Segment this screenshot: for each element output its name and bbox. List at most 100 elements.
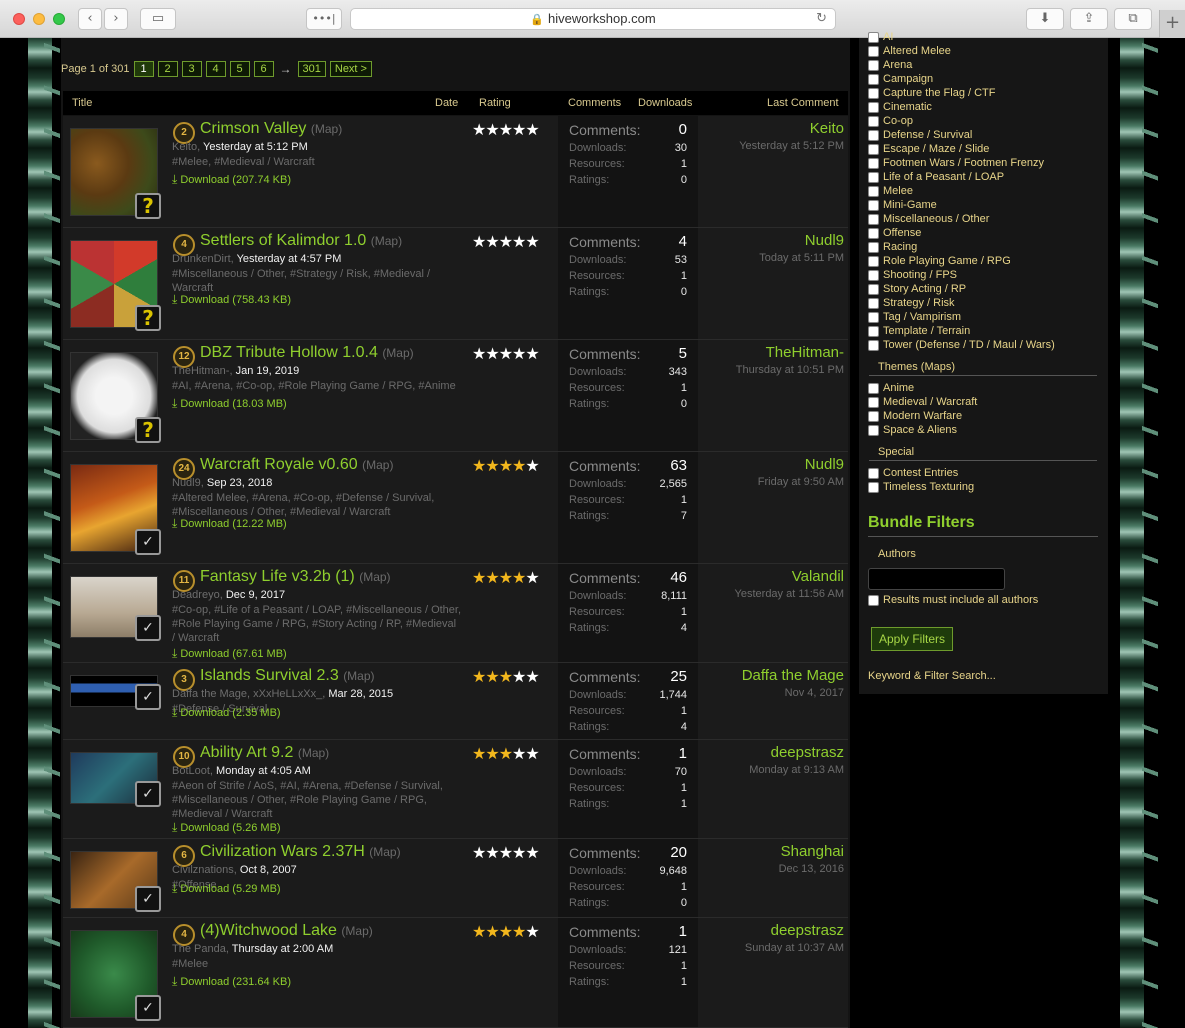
download-label[interactable]: Download (758.43 KB)	[180, 294, 291, 306]
apply-filters-button[interactable]: Apply Filters	[871, 627, 953, 651]
page-4-button[interactable]: 4	[205, 61, 226, 77]
checkbox-box[interactable]	[868, 283, 879, 295]
genre-filter-checkbox[interactable]: Life of a Peasant / LOAP	[868, 170, 1004, 184]
download-label[interactable]: Download (5.26 MB)	[180, 822, 280, 834]
zoom-window-button[interactable]	[53, 13, 65, 25]
genre-filter-checkbox[interactable]: Footmen Wars / Footmen Frenzy	[868, 156, 1044, 170]
download-link[interactable]: ⤓ Download (5.26 MB)	[172, 820, 281, 835]
genre-filter-checkbox[interactable]: Melee	[868, 184, 913, 198]
genre-filter-checkbox[interactable]: Strategy / Risk	[868, 296, 955, 310]
genre-filter-checkbox[interactable]: Altered Melee	[868, 44, 951, 58]
download-link[interactable]: ⤓ Download (758.43 KB)	[172, 292, 291, 307]
resource-tags[interactable]: #Melee, #Medieval / Warcraft	[172, 155, 462, 169]
resource-title-text[interactable]: Warcraft Royale v0.60	[200, 456, 358, 473]
last-comment-user[interactable]: Valandil	[792, 568, 844, 585]
download-link[interactable]: ⤓ Download (5.29 MB)	[172, 881, 281, 896]
download-label[interactable]: Download (231.64 KB)	[180, 976, 291, 988]
genre-filter-checkbox[interactable]: Racing	[868, 240, 917, 254]
checkbox-box[interactable]	[868, 31, 879, 43]
genre-filter-checkbox[interactable]: Campaign	[868, 72, 933, 86]
last-comment-user[interactable]: deepstrasz	[771, 744, 844, 761]
resource-title[interactable]: (4)Witchwood Lake (Map)	[200, 922, 373, 940]
share-button[interactable]: ⇪	[1070, 8, 1108, 30]
checkbox-box[interactable]	[868, 396, 879, 408]
download-label[interactable]: Download (207.74 KB)	[180, 174, 291, 186]
checkbox-box[interactable]	[868, 87, 879, 99]
minimize-window-button[interactable]	[33, 13, 45, 25]
genre-filter-checkbox[interactable]: Offense	[868, 226, 921, 240]
resource-tags[interactable]: #Co-op, #Life of a Peasant / LOAP, #Misc…	[172, 603, 462, 645]
download-link[interactable]: ⤓ Download (231.64 KB)	[172, 974, 291, 989]
resource-title-text[interactable]: Crimson Valley	[200, 120, 306, 137]
download-link[interactable]: ⤓ Download (2.35 MB)	[172, 705, 281, 720]
download-link[interactable]: ⤓ Download (18.03 MB)	[172, 396, 287, 411]
genre-filter-checkbox[interactable]: Shooting / FPS	[868, 268, 957, 282]
resource-title-text[interactable]: Settlers of Kalimdor 1.0	[200, 232, 366, 249]
checkbox-box[interactable]	[868, 255, 879, 267]
checkbox-box[interactable]	[868, 481, 879, 493]
extensions-button[interactable]: •••|	[306, 8, 342, 30]
resource-title-text[interactable]: Civilization Wars 2.37H	[200, 843, 365, 860]
theme-filter-checkbox[interactable]: Anime	[868, 381, 914, 395]
page-1-button[interactable]: 1	[133, 61, 154, 77]
genre-filter-checkbox[interactable]: Story Acting / RP	[868, 282, 966, 296]
resource-title[interactable]: Crimson Valley (Map)	[200, 120, 342, 138]
header-date[interactable]: Date	[435, 97, 458, 109]
last-comment-user[interactable]: Keito	[810, 120, 844, 137]
map-thumbnail[interactable]: ✓	[70, 675, 161, 710]
resource-tags[interactable]: #Altered Melee, #Arena, #Co-op, #Defense…	[172, 491, 462, 519]
checkbox-box[interactable]	[868, 199, 879, 211]
all-authors-checkbox[interactable]: Results must include all authors	[868, 593, 1038, 607]
download-label[interactable]: Download (5.29 MB)	[180, 883, 280, 895]
last-comment-user[interactable]: deepstrasz	[771, 922, 844, 939]
resource-title-text[interactable]: DBZ Tribute Hollow 1.0.4	[200, 344, 378, 361]
resource-title[interactable]: DBZ Tribute Hollow 1.0.4 (Map)	[200, 344, 414, 362]
resource-tags[interactable]: #Miscellaneous / Other, #Strategy / Risk…	[172, 267, 462, 295]
resource-title-text[interactable]: Islands Survival 2.3	[200, 667, 339, 684]
map-thumbnail[interactable]: ✓	[70, 752, 161, 807]
resource-title-text[interactable]: (4)Witchwood Lake	[200, 922, 337, 939]
page-6-button[interactable]: 6	[253, 61, 274, 77]
genre-filter-checkbox[interactable]: AI	[868, 30, 893, 44]
page-5-button[interactable]: 5	[229, 61, 250, 77]
address-bar[interactable]: 🔒 hiveworkshop.com ↻	[350, 8, 836, 30]
checkbox-box[interactable]	[868, 424, 879, 436]
resource-tags[interactable]: #AI, #Arena, #Co-op, #Role Playing Game …	[172, 379, 462, 393]
sidebar-toggle-button[interactable]: ▭	[140, 8, 176, 30]
special-filter-checkbox[interactable]: Contest Entries	[868, 466, 958, 480]
checkbox-box[interactable]	[868, 157, 879, 169]
checkbox-box[interactable]	[868, 382, 879, 394]
resource-title[interactable]: Islands Survival 2.3 (Map)	[200, 667, 375, 685]
checkbox-box[interactable]	[868, 171, 879, 183]
header-downloads[interactable]: Downloads	[638, 97, 692, 109]
checkbox-box[interactable]	[868, 227, 879, 239]
genre-filter-checkbox[interactable]: Mini-Game	[868, 198, 937, 212]
checkbox-box[interactable]	[868, 594, 879, 606]
map-thumbnail[interactable]: ✓	[70, 851, 161, 912]
author-link[interactable]: The Panda,	[172, 943, 229, 955]
checkbox-box[interactable]	[868, 59, 879, 71]
close-window-button[interactable]	[13, 13, 25, 25]
download-label[interactable]: Download (67.61 MB)	[180, 648, 286, 660]
resource-title[interactable]: Fantasy Life v3.2b (1) (Map)	[200, 568, 391, 586]
theme-filter-checkbox[interactable]: Modern Warfare	[868, 409, 962, 423]
download-link[interactable]: ⤓ Download (12.22 MB)	[172, 516, 287, 531]
resource-tags[interactable]: #Aeon of Strife / AoS, #AI, #Arena, #Def…	[172, 779, 462, 821]
download-label[interactable]: Download (2.35 MB)	[180, 707, 280, 719]
forward-button[interactable]: ›	[104, 8, 128, 30]
checkbox-box[interactable]	[868, 241, 879, 253]
map-thumbnail[interactable]: ?	[70, 128, 161, 219]
author-link[interactable]: BotLoot,	[172, 765, 213, 777]
header-comments[interactable]: Comments	[568, 97, 621, 109]
author-link[interactable]: Keito,	[172, 141, 200, 153]
page-3-button[interactable]: 3	[181, 61, 202, 77]
checkbox-box[interactable]	[868, 185, 879, 197]
author-link[interactable]: DrunkenDirt,	[172, 253, 234, 265]
checkbox-box[interactable]	[868, 311, 879, 323]
checkbox-box[interactable]	[868, 325, 879, 337]
download-link[interactable]: ⤓ Download (207.74 KB)	[172, 172, 291, 187]
last-comment-user[interactable]: Nudl9	[805, 232, 844, 249]
resource-tags[interactable]: #Melee	[172, 957, 462, 971]
genre-filter-checkbox[interactable]: Co-op	[868, 114, 913, 128]
last-comment-user[interactable]: TheHitman-	[766, 344, 844, 361]
